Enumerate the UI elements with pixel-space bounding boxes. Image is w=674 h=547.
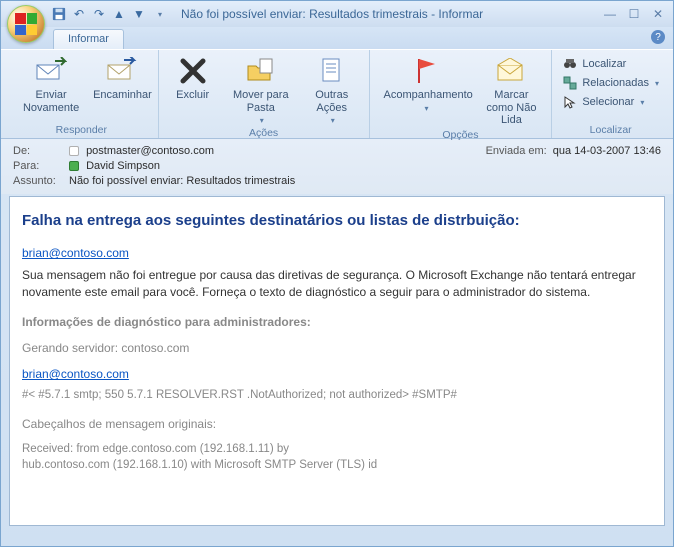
save-icon[interactable] [51,6,67,22]
select-button[interactable]: Selecionar [558,93,663,111]
delete-x-icon [177,55,209,87]
title-bar: ↶ ↷ ▲ ▼ Não foi possível enviar: Resulta… [1,1,673,27]
button-label: Marcar como Não Lida [482,89,542,127]
group-label: Ações [165,127,363,141]
send-again-button[interactable]: Enviar Novamente [11,53,91,116]
from-address: postmaster@contoso.com [86,145,214,157]
prev-item-icon[interactable]: ▲ [111,6,127,22]
office-logo-icon [15,13,37,35]
redo-icon[interactable]: ↷ [91,6,107,22]
received-line-2: hub.contoso.com (192.168.1.10) with Micr… [22,458,652,474]
button-label: Encaminhar [93,89,152,102]
undo-icon[interactable]: ↶ [71,6,87,22]
sent-value: qua 14-03-2007 13:46 [553,145,661,157]
smtp-error-line: #< #5.7.1 smtp; 550 5.7.1 RESOLVER.RST .… [22,388,652,404]
help-icon[interactable]: ? [651,30,665,44]
message-headers: De: postmaster@contoso.com Enviada em: q… [1,139,673,194]
button-label: Enviar Novamente [15,89,87,114]
group-acoes: Excluir Mover para Pasta Outras Ações Aç… [159,50,370,138]
button-label: Excluir [176,89,209,102]
to-name: David Simpson [86,160,160,172]
group-label: Localizar [558,124,663,138]
tab-informar[interactable]: Informar [53,29,124,49]
office-orb-button[interactable] [7,5,45,43]
forward-button[interactable]: Encaminhar [93,53,151,104]
received-line-1: Received: from edge.contoso.com (192.168… [22,442,652,458]
to-value[interactable]: David Simpson [69,160,661,172]
ribbon: Enviar Novamente Encaminhar Responder Ex… [1,49,673,139]
group-opcoes: Acompanhamento Marcar como Não Lida Opçõ… [370,50,553,138]
recipient-message: Sua mensagem não foi entregue por causa … [22,267,652,299]
presence-unknown-icon [69,146,79,156]
next-item-icon[interactable]: ▼ [131,6,147,22]
qat-customize-icon[interactable] [151,6,167,22]
subject-value: Não foi possível enviar: Resultados trim… [69,175,661,187]
button-label: Localizar [582,58,626,70]
flag-icon [410,55,442,87]
from-value[interactable]: postmaster@contoso.com [69,145,486,157]
ribbon-tabstrip: Informar ? [1,27,673,49]
find-button[interactable]: Localizar [558,55,663,73]
document-actions-icon [316,55,348,87]
generating-server: Gerando servidor: contoso.com [22,340,652,356]
original-headers-heading: Cabeçalhos de mensagem originais: [22,416,652,432]
close-button[interactable]: ✕ [649,6,667,22]
button-label: Mover para Pasta [227,89,295,114]
group-label: Responder [11,124,152,138]
mark-unread-button[interactable]: Marcar como Não Lida [478,53,546,129]
button-label: Acompanhamento [384,89,468,102]
from-label: De: [13,145,69,157]
button-label: Outras Ações [305,89,359,114]
recipient-link-2[interactable]: brian@contoso.com [22,367,129,381]
binoculars-icon [562,56,578,72]
folder-move-icon [245,55,277,87]
delete-button[interactable]: Excluir [165,53,221,104]
presence-available-icon [69,161,79,171]
group-localizar: Localizar Relacionadas Selecionar Locali… [552,50,669,138]
sent-label: Enviada em: [486,145,547,157]
button-label: Selecionar [582,96,634,108]
group-responder: Enviar Novamente Encaminhar Responder [5,50,159,138]
recipient-link[interactable]: brian@contoso.com [22,246,129,260]
button-label: Relacionadas [582,77,649,89]
follow-up-button[interactable]: Acompanhamento [376,53,476,115]
window-controls: — ☐ ✕ [601,6,667,22]
message-body[interactable]: Falha na entrega aos seguintes destinatá… [9,196,665,526]
minimize-button[interactable]: — [601,6,619,22]
diagnostic-heading: Informações de diagnóstico para administ… [22,314,652,330]
quick-access-toolbar: ↶ ↷ ▲ ▼ [51,6,167,22]
envelope-forward-icon [106,55,138,87]
envelope-closed-icon [495,55,527,87]
ndr-heading: Falha na entrega aos seguintes destinatá… [22,211,652,231]
related-button[interactable]: Relacionadas [558,74,663,92]
related-icon [562,75,578,91]
cursor-icon [562,94,578,110]
other-actions-button[interactable]: Outras Ações [301,53,363,127]
group-label: Opções [376,129,546,143]
subject-label: Assunto: [13,175,69,187]
window-title: Não foi possível enviar: Resultados trim… [181,7,601,21]
envelope-arrow-icon [35,55,67,87]
to-label: Para: [13,160,69,172]
maximize-button[interactable]: ☐ [625,6,643,22]
move-to-folder-button[interactable]: Mover para Pasta [223,53,299,127]
